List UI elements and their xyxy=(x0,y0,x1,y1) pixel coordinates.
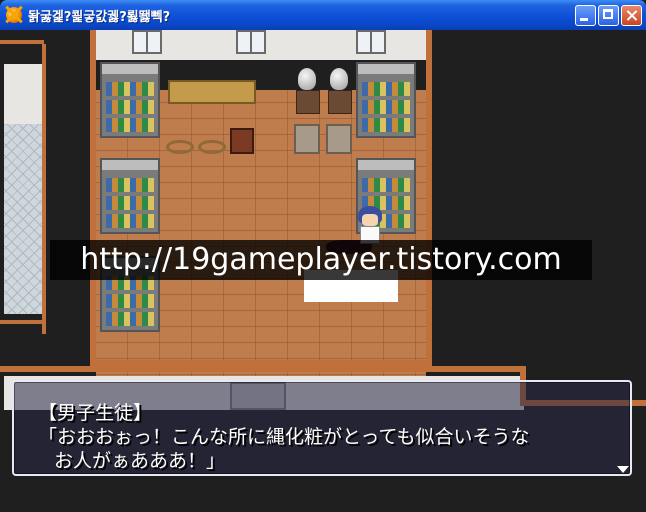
minimize-button[interactable] xyxy=(575,5,596,26)
storage-box xyxy=(326,124,352,154)
bust-statue xyxy=(294,68,320,114)
window-title: 돩굻겙?쾵긓갌궳?뢿뙗뻭? xyxy=(28,10,171,25)
window-center xyxy=(236,30,266,54)
watermark-banner: http://19gameplayer.tistory.com xyxy=(50,240,592,280)
message-window[interactable]: 【男子生徒】 「おおおぉっ！こんな所に縄化粧がとっても似合いそうな お人がぁああ… xyxy=(12,380,632,476)
speaker-name: 【男子生徒】 xyxy=(38,402,153,424)
rope-coil xyxy=(198,140,226,154)
window-right xyxy=(356,30,386,54)
room-trim-right xyxy=(426,30,432,364)
triangle-down-icon[interactable] xyxy=(617,466,629,473)
wooden-bench xyxy=(168,80,256,104)
maximize-button[interactable] xyxy=(598,5,619,26)
bust-statue xyxy=(326,68,352,114)
supply-shelf xyxy=(356,62,416,138)
window-left xyxy=(132,30,162,54)
small-cabinet xyxy=(230,128,254,154)
storage-box xyxy=(294,124,320,154)
left-room-trim-bottom xyxy=(0,320,44,324)
tiled-floor xyxy=(4,124,42,314)
hallway-trim xyxy=(0,366,524,372)
app-icon[interactable] xyxy=(6,7,22,23)
supply-shelf xyxy=(100,62,160,138)
rope-coil xyxy=(166,140,194,154)
watermark-text: http://19gameplayer.tistory.com xyxy=(80,242,562,277)
message-line: お人がぁあああ！」 xyxy=(54,450,226,472)
supply-shelf xyxy=(100,158,160,234)
left-room-trim xyxy=(0,40,44,44)
close-button[interactable] xyxy=(621,5,642,26)
left-room-trim-right xyxy=(42,44,46,334)
message-line: 「おおおぉっ！こんな所に縄化粧がとっても似合いそうな xyxy=(38,426,530,448)
title-bar[interactable]: 돩굻겙?쾵긓갌궳?뢿뙗뻭? xyxy=(0,0,646,30)
left-room-wall xyxy=(4,64,42,124)
